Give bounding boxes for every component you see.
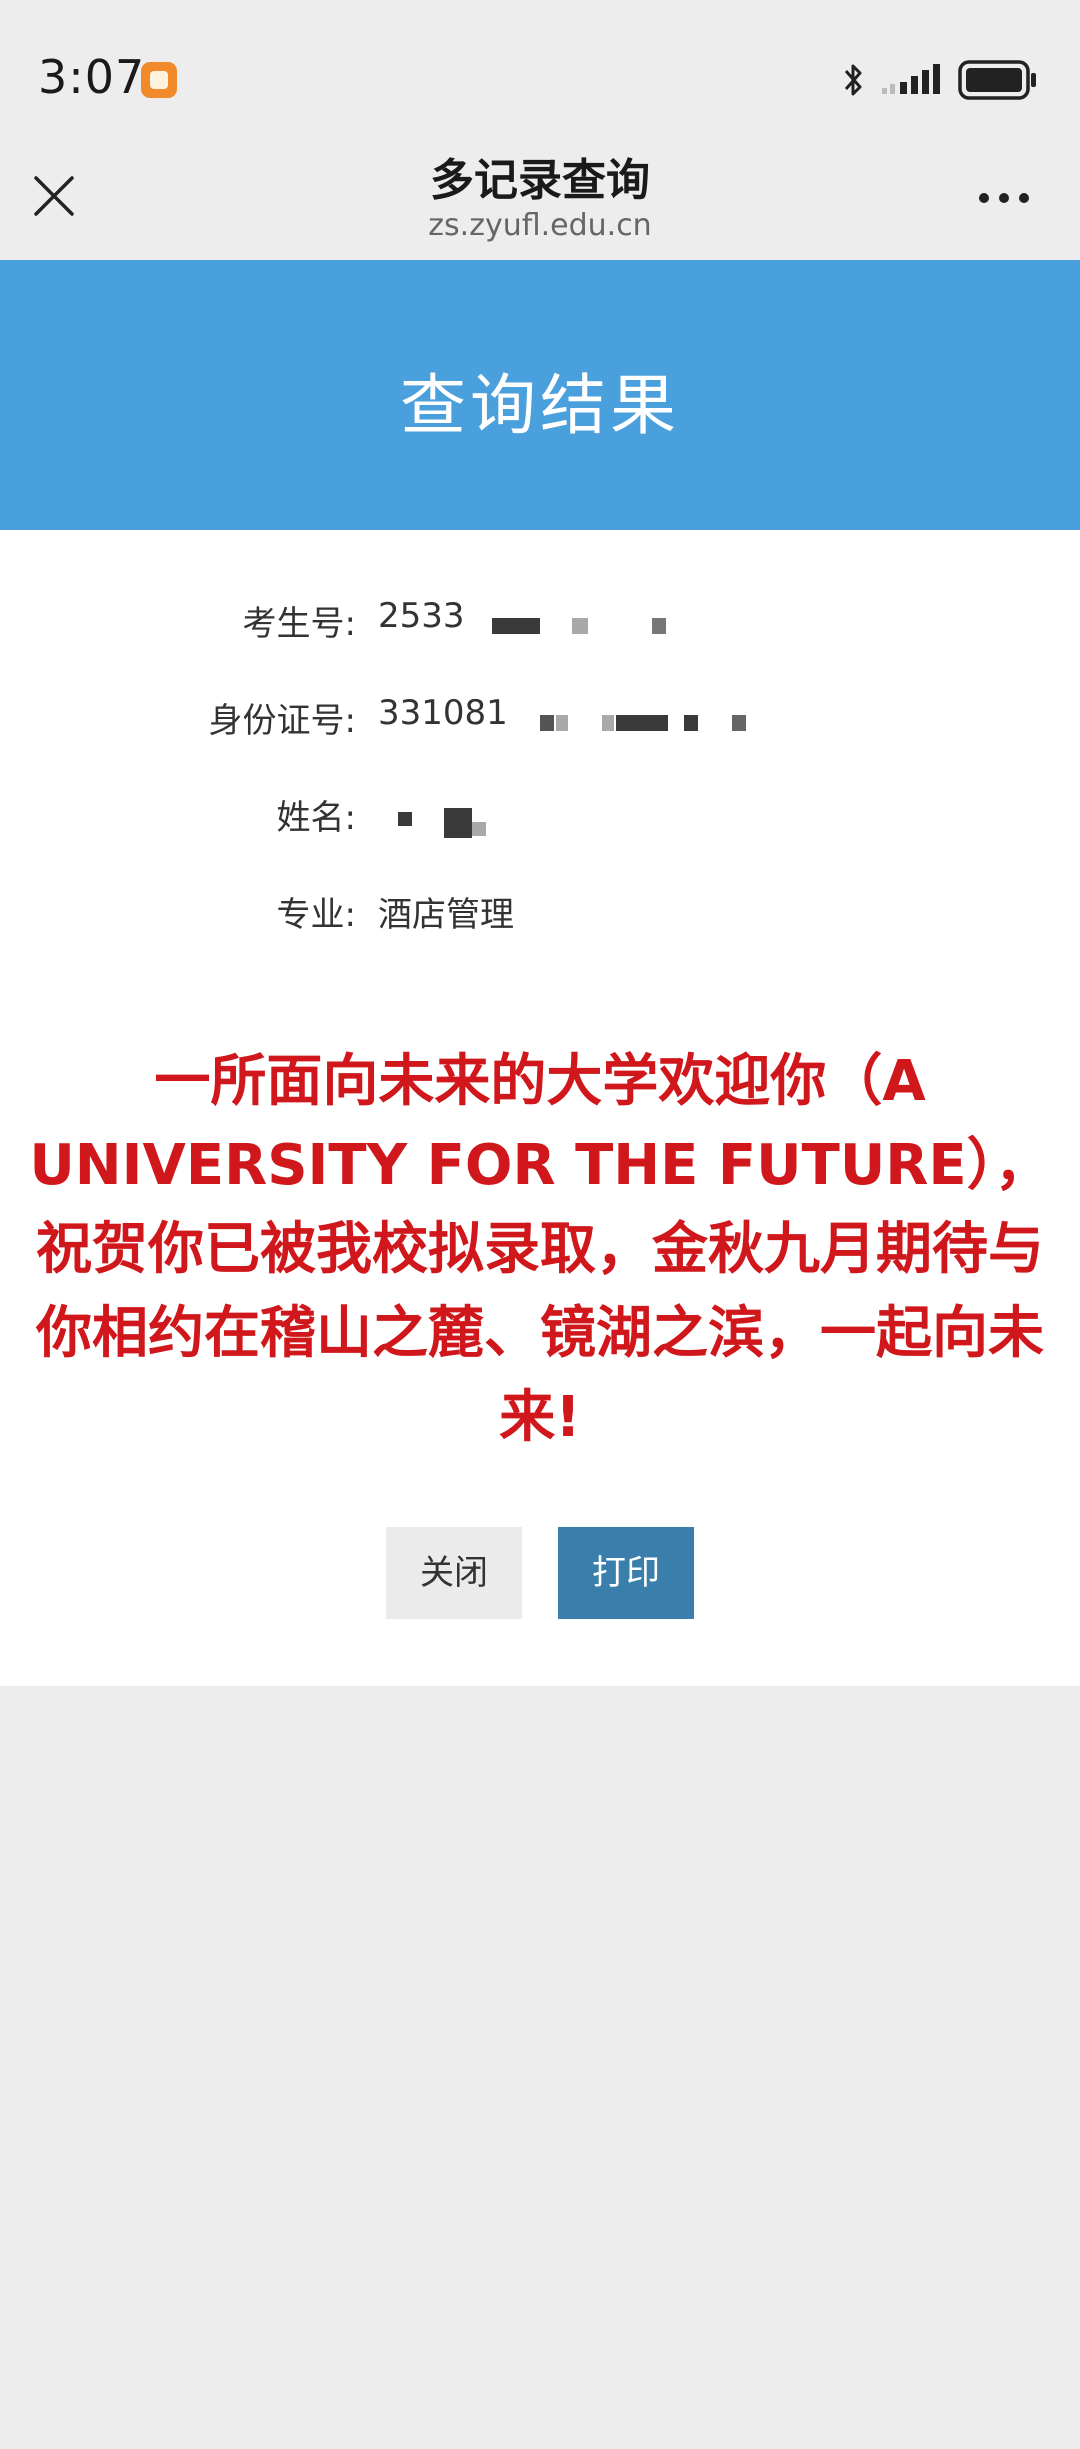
result-card: 考生号: 2533 身份证号: 331081 姓名: 专业: 酒店管理 一所面向… bbox=[0, 530, 1080, 1686]
close-button[interactable]: 关闭 bbox=[386, 1527, 522, 1619]
redaction-mark bbox=[616, 715, 668, 731]
nav-bar: 多记录查询 zs.zyufl.edu.cn bbox=[0, 140, 1080, 260]
print-button[interactable]: 打印 bbox=[558, 1527, 694, 1619]
redaction-mark bbox=[602, 715, 614, 731]
result-banner: 查询结果 bbox=[0, 260, 1080, 530]
redaction-mark bbox=[398, 812, 412, 826]
more-icon[interactable] bbox=[976, 190, 1032, 206]
app-notification-icon bbox=[141, 62, 177, 98]
info-row-name: 姓名: bbox=[0, 790, 1080, 850]
redaction-mark bbox=[556, 715, 568, 731]
page-title: 多记录查询 bbox=[430, 155, 650, 206]
info-row-major: 专业: 酒店管理 bbox=[0, 887, 1080, 947]
name-label: 姓名: bbox=[276, 798, 356, 838]
redaction-mark bbox=[572, 618, 588, 634]
redaction-mark bbox=[652, 618, 666, 634]
battery-icon bbox=[958, 60, 1036, 100]
info-row-id: 身份证号: 331081 bbox=[0, 693, 1080, 753]
admission-message: 一所面向未来的大学欢迎你（A UNIVERSITY FOR THE FUTURE… bbox=[29, 1049, 1051, 1450]
redaction-mark bbox=[472, 822, 486, 836]
redaction-mark bbox=[540, 715, 554, 731]
banner-title: 查询结果 bbox=[400, 367, 680, 444]
major-label: 专业: bbox=[276, 895, 356, 935]
info-row-exam-no: 考生号: 2533 bbox=[0, 596, 1080, 656]
major-value: 酒店管理 bbox=[378, 895, 514, 935]
status-bar: 3:07 bbox=[0, 0, 1080, 140]
id-value: 331081 bbox=[378, 693, 508, 733]
exam-no-label: 考生号: bbox=[242, 604, 356, 644]
exam-no-value: 2533 bbox=[378, 596, 465, 636]
id-label: 身份证号: bbox=[208, 701, 356, 741]
signal-icon bbox=[882, 64, 940, 94]
status-time: 3:07 bbox=[38, 50, 146, 104]
redaction-mark bbox=[732, 715, 746, 731]
page-url: zs.zyufl.edu.cn bbox=[428, 208, 652, 243]
redaction-mark bbox=[492, 618, 540, 634]
bluetooth-icon bbox=[844, 64, 862, 96]
redaction-mark bbox=[444, 808, 472, 838]
redaction-mark bbox=[684, 715, 698, 731]
